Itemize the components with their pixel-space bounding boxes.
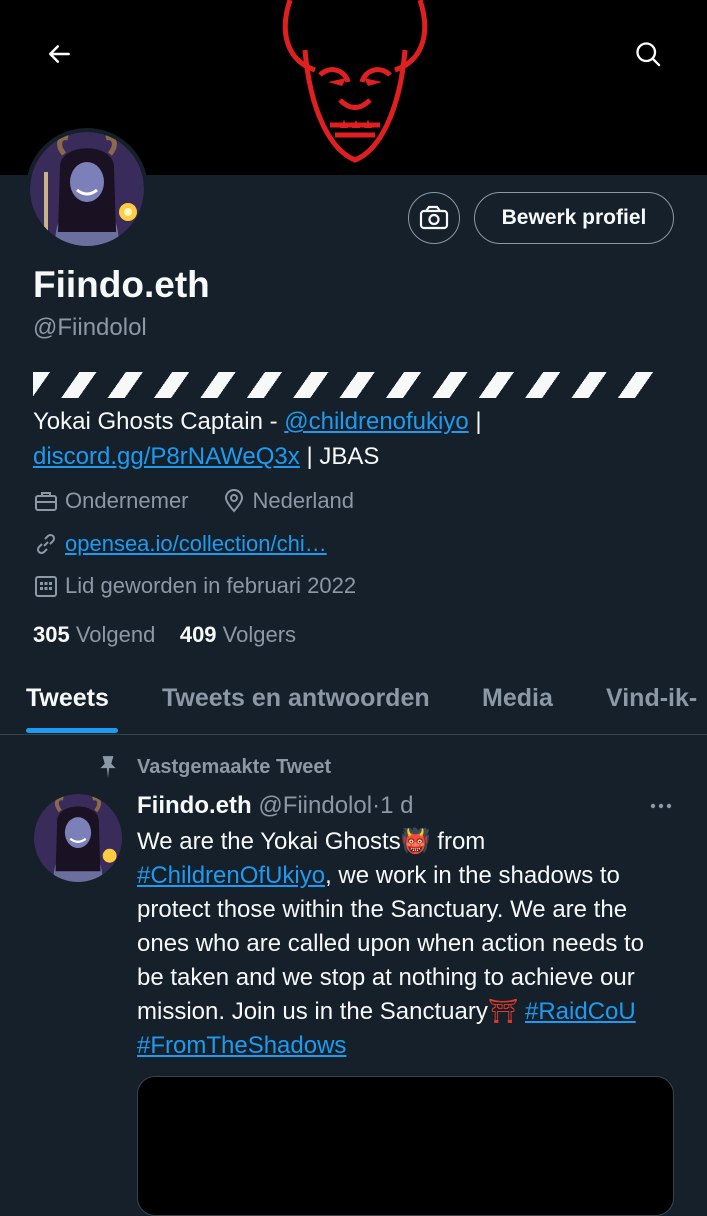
following-label: Volgend	[75, 622, 156, 647]
hashtag-link[interactable]: #ChildrenOfUkiyo	[137, 862, 325, 889]
profile-tabs: Tweets Tweets en antwoorden Media Vind-i…	[0, 676, 707, 735]
tweet-text-part: We are the Yokai Ghosts	[137, 828, 401, 855]
avatar-image	[34, 794, 122, 882]
active-tab-indicator	[26, 728, 118, 733]
tab-tweets-and-replies[interactable]: Tweets en antwoorden	[162, 684, 430, 713]
search-button[interactable]	[628, 34, 668, 74]
bio-text: Yokai Ghosts Captain -	[33, 408, 285, 435]
following-link[interactable]: 305 Volgend	[33, 622, 155, 647]
tweet-text-part: from	[437, 828, 486, 855]
profile-joined-row: Lid geworden in februari 2022	[33, 573, 356, 599]
profile-category: Ondernemer	[65, 488, 189, 513]
follow-stats: 305 Volgend 409 Volgers	[33, 622, 296, 648]
tab-tweets[interactable]: Tweets	[26, 684, 109, 713]
tweet-dot: ·	[372, 792, 381, 819]
tweet-author-handle[interactable]: @Fiindolol	[258, 792, 372, 819]
striped-banner-decoration	[33, 372, 653, 398]
arrow-left-icon	[49, 45, 70, 63]
oni-emoji: 👹	[400, 828, 431, 855]
pinned-label-text: Vastgemaakte Tweet	[137, 755, 332, 778]
profile-website-row: opensea.io/collection/chi…	[33, 531, 327, 557]
pin-icon	[100, 756, 116, 778]
link-icon	[33, 531, 59, 557]
following-count: 305	[33, 622, 70, 647]
profile-meta-row: Ondernemer Nederland	[33, 488, 354, 514]
profile-bio: Yokai Ghosts Captain - @childrenofukiyo …	[33, 404, 683, 474]
nft-camera-button[interactable]	[408, 192, 460, 244]
oni-mask-icon	[282, 0, 428, 163]
profile-avatar[interactable]	[26, 128, 148, 250]
tweet-author-avatar[interactable]	[34, 794, 122, 882]
back-button[interactable]	[40, 34, 80, 74]
search-icon	[636, 42, 661, 67]
followers-label: Volgers	[222, 622, 297, 647]
tweet-text: We are the Yokai Ghosts👹 from #ChildrenO…	[137, 825, 677, 1063]
avatar-image	[30, 132, 144, 246]
location-pin-icon	[221, 488, 247, 514]
tab-likes[interactable]: Vind-ik-	[606, 684, 697, 713]
followers-link[interactable]: 409 Volgers	[180, 622, 296, 647]
profile-name: Fiindo.eth	[33, 264, 210, 305]
calendar-icon	[33, 573, 59, 599]
bio-mention-link[interactable]: @childrenofukiyo	[284, 408, 468, 435]
bio-separator: |	[468, 408, 482, 435]
tweet-more-button[interactable]	[646, 792, 676, 820]
bio-discord-link[interactable]: discord.gg/P8rNAWeQ3x	[33, 443, 300, 470]
profile-handle: @Fiindolol	[33, 314, 147, 341]
tweet-time[interactable]: 1 d	[380, 792, 413, 819]
profile-joined-date: Lid geworden in februari 2022	[65, 573, 357, 598]
tweet-media[interactable]	[137, 1076, 674, 1216]
profile-website-link[interactable]: opensea.io/collection/chi…	[65, 531, 327, 557]
nft-camera-icon	[419, 205, 449, 230]
hashtag-link[interactable]: #RaidCoU	[525, 998, 636, 1025]
briefcase-icon	[33, 488, 59, 514]
tweet-header: Fiindo.eth @Fiindolol·1 d	[137, 792, 413, 820]
edit-profile-button[interactable]: Bewerk profiel	[474, 192, 674, 244]
torii-emoji: ⛩	[487, 998, 519, 1025]
more-horizontal-icon	[650, 803, 672, 809]
hashtag-link[interactable]: #FromTheShadows	[137, 1032, 346, 1059]
tab-media[interactable]: Media	[482, 684, 553, 713]
profile-location: Nederland	[252, 488, 355, 513]
pinned-tweet-label: Vastgemaakte Tweet	[95, 754, 331, 780]
bio-text-end: | JBAS	[299, 443, 380, 470]
followers-count: 409	[179, 622, 217, 647]
tweet-author-name[interactable]: Fiindo.eth	[137, 792, 252, 819]
